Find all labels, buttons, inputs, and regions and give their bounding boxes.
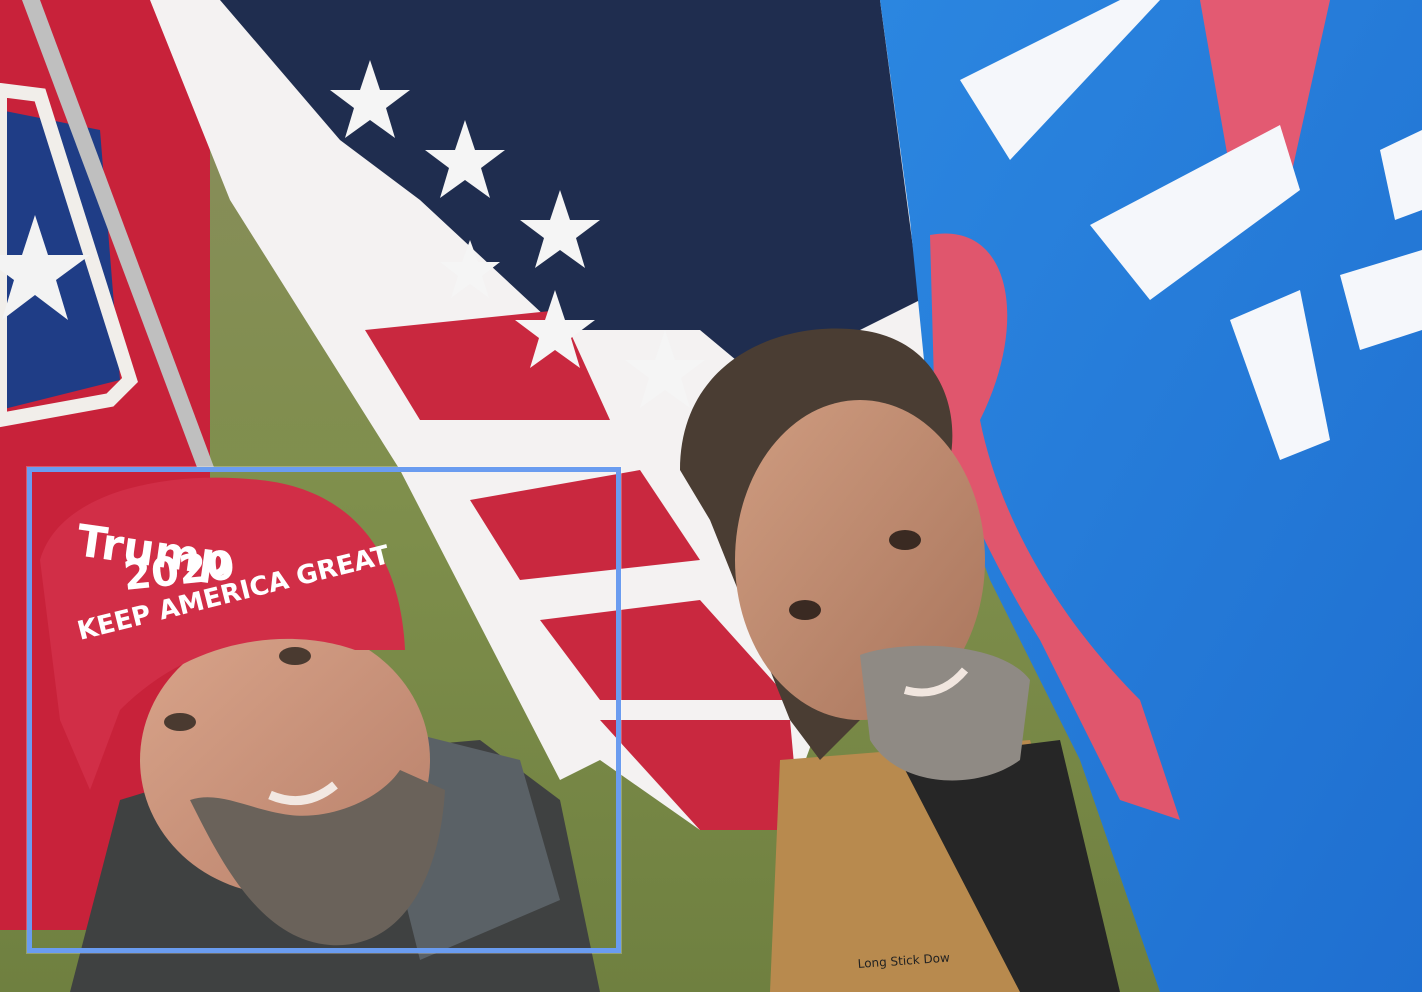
highlight-box: [27, 467, 621, 953]
